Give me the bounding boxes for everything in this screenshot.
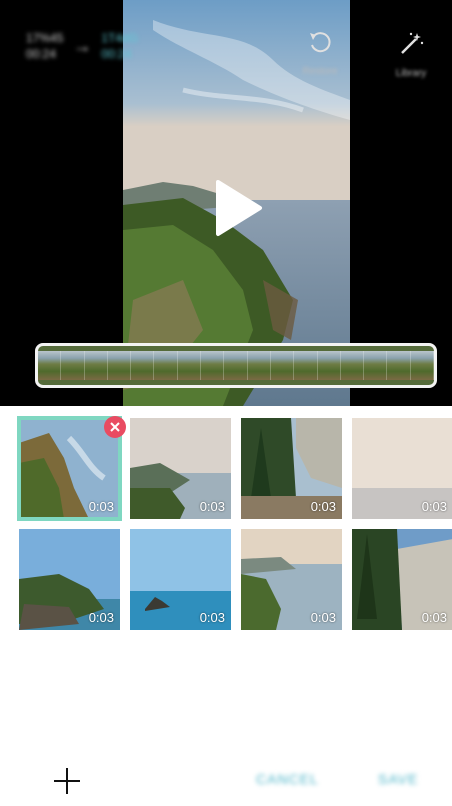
- clip-duration: 0:03: [310, 499, 336, 514]
- clip-duration: 0:03: [88, 610, 114, 625]
- timeline-frame: [270, 351, 295, 380]
- clip-thumbnail[interactable]: 0:03: [130, 418, 231, 519]
- timeline-frame: [177, 351, 202, 380]
- timeline-scrubber[interactable]: [35, 343, 437, 388]
- clip-thumbnail[interactable]: 0:03: [241, 529, 342, 630]
- remove-clip-button[interactable]: [104, 416, 126, 438]
- clip-thumbnail[interactable]: 0:03: [352, 418, 452, 519]
- timeline-frames: [38, 351, 434, 380]
- restore-button[interactable]: Restore: [292, 30, 348, 77]
- magic-wand-icon: [401, 32, 424, 54]
- new-duration: 1T4dG 00:24: [101, 31, 139, 61]
- clip-duration: 0:03: [421, 610, 447, 625]
- arrow-right-icon: →: [73, 35, 92, 56]
- video-preview: 17%45 00:24 → 1T4dG 00:24 Restore Librar…: [0, 0, 452, 406]
- clip-duration: 0:03: [199, 610, 225, 625]
- timeline-frame: [247, 351, 271, 380]
- timeline-frame: [61, 351, 85, 380]
- clip-grid: 0:03 0:03 0:03 0:03 0:03 0:03 0:03 0:03: [17, 416, 452, 632]
- timeline-frame: [224, 351, 248, 380]
- timeline-frame: [84, 351, 108, 380]
- original-duration: 17%45 00:24: [26, 31, 64, 61]
- play-icon[interactable]: [212, 178, 264, 238]
- timeline-frame: [131, 351, 155, 380]
- remove-icon: [110, 422, 120, 432]
- duration-info: 17%45 00:24 → 1T4dG 00:24: [26, 30, 138, 62]
- plus-icon: [54, 768, 80, 794]
- clip-duration: 0:03: [421, 499, 447, 514]
- save-button[interactable]: SAVE: [378, 771, 418, 787]
- timeline-frame: [154, 351, 178, 380]
- clip-duration: 0:03: [88, 499, 114, 514]
- add-clip-button[interactable]: [52, 766, 82, 796]
- library-button[interactable]: Library: [383, 30, 439, 79]
- clip-thumbnail[interactable]: 0:03: [130, 529, 231, 630]
- restore-icon: [310, 32, 331, 53]
- clip-duration: 0:03: [310, 610, 336, 625]
- timeline-frame: [107, 351, 132, 380]
- timeline-frame: [317, 351, 341, 380]
- clip-thumbnail[interactable]: 0:03: [241, 418, 342, 519]
- clip-duration: 0:03: [199, 499, 225, 514]
- timeline-frame: [38, 351, 62, 380]
- timeline-frame: [201, 351, 225, 380]
- timeline-frame: [410, 351, 434, 380]
- timeline-frame: [364, 351, 388, 380]
- clip-thumbnail[interactable]: 0:03: [19, 529, 120, 630]
- timeline-frame: [340, 351, 365, 380]
- timeline-frame: [387, 351, 411, 380]
- clip-thumbnail[interactable]: 0:03: [352, 529, 452, 630]
- cancel-button[interactable]: CANCEL: [256, 771, 319, 787]
- clip-thumbnail[interactable]: 0:03: [17, 416, 122, 521]
- timeline-frame: [294, 351, 318, 380]
